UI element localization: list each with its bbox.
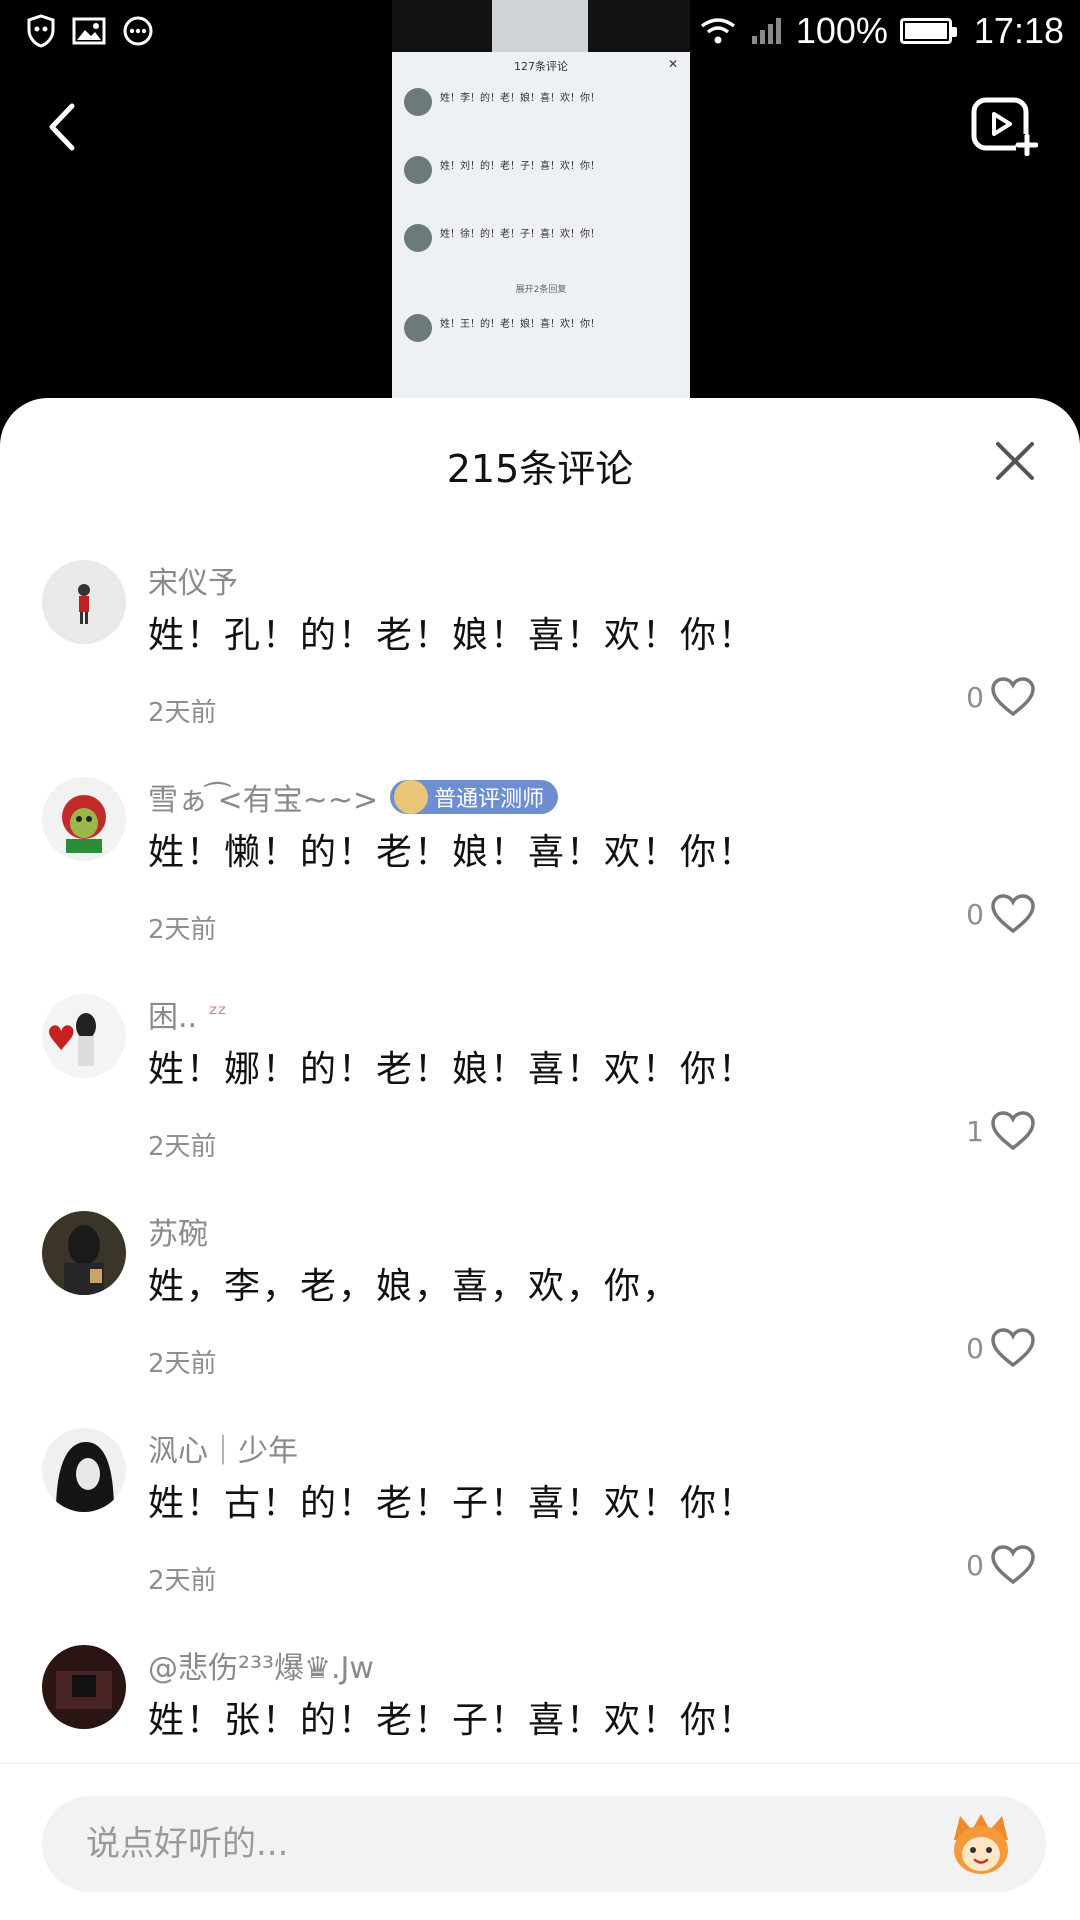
heart-icon xyxy=(991,1545,1035,1585)
username-text: 苏碗 xyxy=(148,1217,208,1252)
username[interactable]: 困.. ᶻᶻ xyxy=(148,992,227,1036)
like-button[interactable]: 0 xyxy=(966,1327,1036,1369)
embedded-comment-text: 姓！徐！的！老！子！喜！欢！你！ xyxy=(440,229,600,240)
video-add-icon[interactable] xyxy=(970,96,1038,156)
signal-icon xyxy=(751,18,781,44)
username[interactable]: 沨心｜少年 xyxy=(148,1426,298,1470)
username-text: 宋仪予 xyxy=(148,566,238,601)
battery-percent: 100% xyxy=(795,10,888,51)
badge-label: 普通评测师 xyxy=(434,787,545,812)
like-button[interactable]: 1 xyxy=(966,1110,1036,1152)
like-count: 0 xyxy=(966,680,984,714)
embedded-close-icon: ✕ xyxy=(667,57,678,71)
like-count: 0 xyxy=(966,1548,984,1582)
comment-text: 姓！古！的！老！子！喜！欢！你！ xyxy=(148,1483,757,1524)
username-text: 雪ぁ ͡<有宝~~> xyxy=(148,783,379,818)
comment-input[interactable] xyxy=(86,1796,906,1892)
embedded-avatar xyxy=(404,224,432,252)
comment-time: 2天前 xyxy=(148,915,217,945)
username-text: 困.. xyxy=(148,1000,198,1035)
comment-item: 雪ぁ ͡<有宝~~> 普通评测师 姓！懒！的！老！娘！喜！欢！你！ 2天前 0 xyxy=(0,775,1080,993)
like-button[interactable]: 0 xyxy=(966,1544,1036,1586)
embedded-title: 127条评论 ✕ xyxy=(392,52,690,78)
avatar[interactable] xyxy=(42,777,126,861)
battery-icon xyxy=(899,18,957,44)
comment-time: 2天前 xyxy=(148,1132,217,1162)
heart-icon xyxy=(991,677,1035,717)
like-count: 0 xyxy=(966,897,984,931)
embedded-title-text: 127条评论 xyxy=(514,60,568,73)
embedded-comment: 姓！刘！的！老！子！喜！欢！你！ xyxy=(392,146,690,214)
back-button[interactable] xyxy=(40,100,84,154)
comment-time: 2天前 xyxy=(148,1566,217,1596)
embedded-comment-text: 姓！王！的！老！娘！喜！欢！你！ xyxy=(440,319,600,330)
username[interactable]: 雪ぁ ͡<有宝~~> 普通评测师 xyxy=(148,775,559,819)
embedded-avatar xyxy=(404,156,432,184)
like-button[interactable]: 0 xyxy=(966,893,1036,935)
like-count: 1 xyxy=(966,1114,984,1148)
badge-avatar-icon xyxy=(394,780,429,814)
embedded-avatar xyxy=(404,88,432,116)
avatar[interactable] xyxy=(42,1211,126,1295)
comment-text: 姓！娜！的！老！娘！喜！欢！你！ xyxy=(148,1049,757,1090)
close-button[interactable] xyxy=(992,438,1038,484)
clock: 17:18 xyxy=(973,10,1064,51)
comment-item: 苏碗 姓，李，老，娘，喜，欢，你， 2天前 0 xyxy=(0,1209,1080,1427)
emoji-mascot-icon[interactable] xyxy=(946,1810,1016,1878)
comments-count-title: 215条评论 xyxy=(446,447,634,491)
heart-icon xyxy=(991,1111,1035,1151)
reviewer-badge: 普通评测师 xyxy=(390,780,559,814)
like-button[interactable]: 0 xyxy=(966,676,1036,718)
comment-item: ♥ 困.. ᶻᶻ 姓！娜！的！老！娘！喜！欢！你！ 2天前 1 xyxy=(0,992,1080,1210)
comment-input-bar xyxy=(0,1763,1080,1920)
wifi-icon xyxy=(700,18,735,44)
avatar[interactable] xyxy=(42,560,126,644)
comment-time: 2天前 xyxy=(148,1349,217,1379)
comments-sheet: 215条评论 宋仪予 姓！孔！的！老！娘！喜！欢！你！ 2天前 0 雪ぁ ͡<有… xyxy=(0,398,1080,1920)
comment-text: 姓，李，老，娘，喜，欢，你， xyxy=(148,1266,681,1307)
username-text: 沨心｜少年 xyxy=(148,1434,298,1469)
status-left-icons xyxy=(26,14,154,48)
embedded-comment: 姓！李！的！老！娘！喜！欢！你！ xyxy=(392,78,690,146)
avatar[interactable]: ♥ xyxy=(42,994,126,1078)
comment-item: 宋仪予 姓！孔！的！老！娘！喜！欢！你！ 2天前 0 xyxy=(0,558,1080,776)
comment-time: 2天前 xyxy=(148,698,217,728)
embedded-expand-replies: 展开2条回复 xyxy=(515,285,567,295)
embedded-comment: 姓！徐！的！老！子！喜！欢！你！ xyxy=(392,214,690,282)
more-dots-icon xyxy=(123,16,153,46)
image-icon xyxy=(72,17,106,45)
comment-input-container[interactable] xyxy=(42,1796,1046,1892)
avatar[interactable] xyxy=(42,1645,126,1729)
status-right: 100% 17:18 xyxy=(698,10,1064,52)
comment-text: 姓！懒！的！老！娘！喜！欢！你！ xyxy=(148,832,757,873)
embedded-avatar xyxy=(404,314,432,342)
svg-text:♥: ♥ xyxy=(46,1019,76,1059)
username[interactable]: 宋仪予 xyxy=(148,558,238,602)
embedded-comment: 姓！王！的！老！娘！喜！欢！你！ xyxy=(392,304,690,372)
avatar[interactable] xyxy=(42,1428,126,1512)
embedded-topbar xyxy=(392,0,690,52)
comment-text: 姓！孔！的！老！娘！喜！欢！你！ xyxy=(148,615,757,656)
comment-text: 姓！张！的！老！子！喜！欢！你！ xyxy=(148,1700,757,1741)
username-text: @悲伤²³³爆♛.Jw xyxy=(148,1651,374,1686)
video-content-screenshot: 127条评论 ✕ 姓！李！的！老！娘！喜！欢！你！ 姓！刘！的！老！子！喜！欢！… xyxy=(392,0,690,398)
embedded-comment-text: 姓！刘！的！老！子！喜！欢！你！ xyxy=(440,161,600,172)
heart-icon xyxy=(991,894,1035,934)
username[interactable]: @悲伤²³³爆♛.Jw xyxy=(148,1643,374,1687)
username[interactable]: 苏碗 xyxy=(148,1209,208,1253)
comment-item: 沨心｜少年 姓！古！的！老！子！喜！欢！你！ 2天前 0 xyxy=(0,1426,1080,1644)
shield-icon xyxy=(27,14,55,48)
like-count: 0 xyxy=(966,1331,984,1365)
sleep-zzz-icon: ᶻᶻ xyxy=(209,1000,227,1028)
embedded-comment-text: 姓！李！的！老！娘！喜！欢！你！ xyxy=(440,93,600,104)
heart-icon xyxy=(991,1328,1035,1368)
